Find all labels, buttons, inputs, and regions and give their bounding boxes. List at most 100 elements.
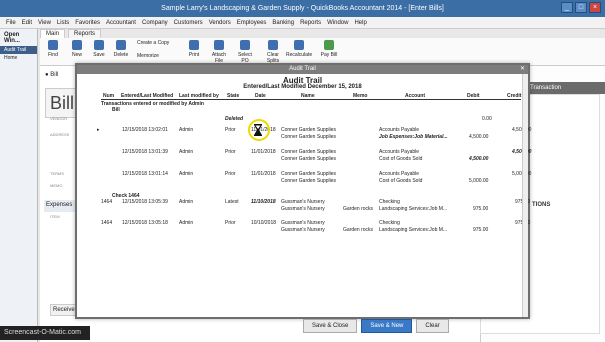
row-entered: 12/15/2018 13:05:39	[122, 199, 168, 205]
window-title: Sample Larry's Landscaping & Garden Supp…	[161, 5, 444, 12]
row-by: Admin	[179, 199, 194, 205]
row-by: Admin	[179, 171, 194, 177]
row-debit: 4,500.00	[469, 156, 489, 162]
new-button[interactable]: New	[66, 40, 88, 58]
open-windows-panel: Open Win... Audit Trail Home	[0, 29, 38, 342]
maximize-button[interactable]: □	[575, 2, 587, 13]
tab-main[interactable]: Main	[40, 29, 66, 38]
dialog-scrollbar[interactable]	[522, 74, 528, 317]
save-new-button[interactable]: Save & New	[361, 319, 413, 333]
delete-button[interactable]: Delete	[110, 40, 132, 58]
row-state: Prior	[225, 220, 236, 226]
address-label: ADDRESS	[50, 132, 70, 137]
menu-reports[interactable]: Reports	[300, 20, 321, 26]
row-memo: Garden rocks	[343, 206, 374, 212]
row-account: Landscaping Services:Job M...	[379, 206, 448, 212]
row-memo: Garden rocks	[343, 227, 374, 233]
dialog-close-icon[interactable]: ✕	[520, 65, 525, 74]
row-name: Gussman's Nursery	[281, 220, 325, 226]
deleted-debit: 0.00	[482, 116, 492, 122]
menu-company[interactable]: Company	[142, 20, 168, 26]
terms-label: TERMS	[50, 171, 64, 176]
attach-icon	[214, 40, 224, 50]
menu-banking[interactable]: Banking	[272, 20, 294, 26]
row-account: Job Expenses:Job Material...	[379, 134, 448, 140]
title-bar: Sample Larry's Landscaping & Garden Supp…	[0, 0, 605, 17]
row-by: Admin	[179, 127, 194, 133]
dialog-title: Audit Trail	[289, 66, 316, 72]
header-divider	[101, 99, 521, 100]
row-name: Conner Garden Supplies	[281, 127, 337, 133]
row-entered: 12/15/2018 13:05:18	[122, 220, 168, 226]
menu-file[interactable]: File	[6, 20, 16, 26]
open-window-home[interactable]: Home	[0, 54, 37, 62]
clear-splits-button[interactable]: Clear Splits	[262, 40, 284, 64]
row-entered: 12/15/2018 13:02:01	[122, 127, 168, 133]
select-po-icon	[240, 40, 250, 50]
minimize-button[interactable]: _	[561, 2, 573, 13]
row-account: Cost of Goods Sold	[379, 156, 423, 162]
memorize-button[interactable]: Memorize	[137, 53, 177, 59]
menu-view[interactable]: View	[38, 20, 51, 26]
quickbooks-window: Sample Larry's Landscaping & Garden Supp…	[0, 0, 605, 342]
row-state: Prior	[225, 149, 236, 155]
tab-reports[interactable]: Reports	[68, 29, 102, 38]
toolbar: Find New Save Delete Create a Copy Memor…	[40, 38, 605, 66]
delete-icon	[116, 40, 126, 50]
attach-file-button[interactable]: Attach File	[208, 40, 230, 64]
save-icon	[94, 40, 104, 50]
bill-radio[interactable]: ● Bill	[45, 72, 58, 78]
find-button[interactable]: Find	[42, 40, 64, 58]
menu-favorites[interactable]: Favorites	[75, 20, 100, 26]
row-account: Cost of Goods Sold	[379, 178, 423, 184]
save-close-button[interactable]: Save & Close	[303, 319, 358, 333]
create-copy-button[interactable]: Create a Copy	[137, 40, 177, 46]
menu-vendors[interactable]: Vendors	[209, 20, 231, 26]
row-by: Admin	[179, 149, 194, 155]
row-entered: 12/15/2018 13:01:39	[122, 149, 168, 155]
hourglass-cursor-icon	[254, 124, 262, 136]
transaction-tab[interactable]: Transaction	[527, 82, 605, 94]
find-icon	[48, 40, 58, 50]
row-debit: 975.00	[473, 206, 489, 212]
report-subheading: Entered/Last Modified December 15, 2018	[243, 84, 362, 90]
open-window-audit-trail[interactable]: Audit Trail	[0, 46, 37, 54]
select-po-button[interactable]: Select PO	[234, 40, 256, 64]
menu-window[interactable]: Window	[327, 20, 348, 26]
memo-label: MEMO	[50, 183, 63, 188]
pay-bill-icon	[324, 40, 334, 50]
row-date: 11/01/2018	[251, 171, 276, 177]
clear-button[interactable]: Clear	[416, 319, 449, 333]
check-num: 1464	[101, 220, 113, 226]
menu-customers[interactable]: Customers	[174, 20, 203, 26]
row-arrow: ▸	[97, 127, 100, 133]
menu-edit[interactable]: Edit	[22, 20, 32, 26]
row-date: 11/10/2018	[251, 199, 276, 205]
row-account: Landscaping Services:Job M...	[379, 227, 448, 233]
row-name: Gussman's Nursery	[281, 206, 325, 212]
save-button[interactable]: Save	[88, 40, 110, 58]
audit-trail-dialog: Audit Trail ✕ Audit Trail Entered/Last M…	[75, 63, 531, 319]
recalculate-button[interactable]: Recalculate	[286, 40, 312, 58]
recalculate-icon	[294, 40, 304, 50]
menu-employees[interactable]: Employees	[237, 20, 267, 26]
row-state: Prior	[225, 127, 236, 133]
pay-bill-button[interactable]: Pay Bill	[318, 40, 340, 58]
row-state: Latest	[225, 199, 239, 205]
close-button[interactable]: ×	[589, 2, 601, 13]
row-account: Checking	[379, 199, 400, 205]
row-name: Gussman's Nursery	[281, 199, 325, 205]
row-name: Gussman's Nursery	[281, 227, 325, 233]
item-column: ITEM	[50, 214, 60, 219]
new-icon	[72, 40, 82, 50]
row-debit: 5,000.00	[469, 178, 489, 184]
menu-help[interactable]: Help	[354, 20, 366, 26]
vendor-label: VENDOR	[50, 116, 68, 121]
clear-splits-icon	[268, 40, 278, 50]
menu-lists[interactable]: Lists	[57, 20, 69, 26]
row-entered: 12/15/2018 13:01:14	[122, 171, 168, 177]
menu-accountant[interactable]: Accountant	[106, 20, 136, 26]
open-windows-header: Open Win...	[4, 32, 20, 44]
row-account: Checking	[379, 220, 400, 226]
print-button[interactable]: Print	[183, 40, 205, 58]
